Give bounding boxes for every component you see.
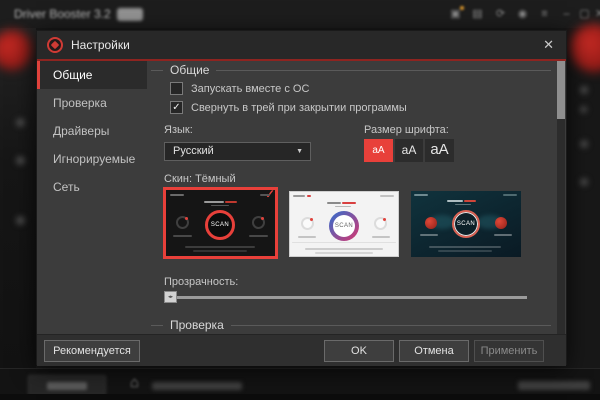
dialog-title: Настройки (71, 38, 130, 52)
mini-gauge (374, 217, 387, 230)
dialog-scrollbar-thumb[interactable] (557, 61, 565, 119)
minimize-to-tray-label: Свернуть в трей при закрытии программы (191, 101, 407, 114)
skin-thumbnail-dark[interactable]: ✓ SCAN (163, 187, 278, 259)
font-size-medium-button[interactable]: aA (395, 139, 423, 162)
font-size-label: Размер шрифта: (364, 124, 449, 136)
mini-scan-button: SCAN (205, 210, 235, 240)
transparency-label: Прозрачность: (164, 276, 239, 288)
skin-thumbnail-light[interactable]: SCAN (289, 191, 399, 257)
recommended-button[interactable]: Рекомендуется (44, 340, 140, 362)
mini-gauge (176, 216, 189, 229)
section-header-scan: Проверка (151, 318, 551, 332)
mini-gauge (252, 216, 265, 229)
background-scan-button-right (570, 24, 600, 72)
sidebar-item-ignored[interactable]: Игнорируемые (37, 145, 147, 173)
background-bottom-strip (0, 394, 600, 400)
background-status-text (518, 381, 590, 390)
background-left-panel (0, 28, 36, 368)
dialog-titlebar[interactable]: Настройки ✕ (37, 31, 566, 59)
sidebar-item-network[interactable]: Сеть (37, 173, 147, 201)
sidebar-item-scan[interactable]: Проверка (37, 89, 147, 117)
font-size-large-button[interactable]: aA (425, 139, 454, 162)
transparency-slider-handle[interactable]: ◂▸ (164, 291, 177, 303)
mini-gauge (495, 217, 507, 229)
screen: Driver Booster 3.2 ▣ ▤ ⟳ ◉ ≡ – ▢ ✕ ⌂ Нас… (0, 0, 600, 400)
version-badge (117, 8, 143, 21)
user-icon[interactable]: ◉ (516, 8, 529, 21)
cancel-button[interactable]: Отмена (399, 340, 469, 362)
settings-content: Общие Запускать вместе с ОС ✓ Свернуть в… (147, 61, 559, 334)
chevron-down-icon: ▼ (296, 148, 303, 155)
dialog-close-icon[interactable]: ✕ (543, 37, 554, 53)
section-header-general: Общие (151, 63, 551, 77)
background-list-icon (16, 216, 25, 225)
apply-button[interactable]: Применить (474, 340, 544, 362)
hamburger-menu-icon[interactable]: ≡ (538, 8, 551, 21)
background-list-icon (580, 106, 587, 113)
sidebar-item-general[interactable]: Общие (37, 61, 147, 89)
window-close-icon[interactable]: ✕ (593, 8, 600, 21)
mini-gauge (301, 217, 314, 230)
language-dropdown[interactable]: Русский ▼ (164, 142, 311, 161)
check-icon: ✓ (172, 102, 181, 113)
dialog-footer: Рекомендуется OK Отмена Применить (37, 334, 566, 366)
language-label: Язык: (164, 124, 193, 136)
transparency-slider-track[interactable] (164, 296, 527, 299)
ok-button[interactable]: OK (324, 340, 394, 362)
settings-dialog: Настройки ✕ Общие Проверка Драйверы Игно… (36, 30, 567, 366)
background-list-icon (16, 156, 25, 165)
background-link-text (152, 382, 242, 390)
background-app-title: Driver Booster 3.2 (14, 7, 111, 21)
autostart-label: Запускать вместе с ОС (191, 82, 310, 95)
font-size-small-button[interactable]: aA (364, 139, 393, 162)
checkbox-row-minimize-to-tray: ✓ Свернуть в трей при закрытии программы (170, 101, 407, 114)
background-list-icon (580, 140, 588, 148)
minimize-to-tray-checkbox[interactable]: ✓ (170, 101, 183, 114)
mini-scan-button: SCAN (452, 210, 480, 238)
driver-booster-icon (47, 37, 63, 53)
minimize-icon[interactable]: – (560, 8, 573, 21)
refresh-icon[interactable]: ⟳ (494, 8, 507, 21)
trophy-icon[interactable]: ▤ (471, 8, 484, 21)
background-list-icon (16, 118, 25, 127)
autostart-checkbox[interactable] (170, 82, 183, 95)
gift-icon[interactable]: ▣ (449, 6, 464, 21)
background-menu-button[interactable] (28, 375, 106, 396)
settings-sidebar: Общие Проверка Драйверы Игнорируемые Сет… (37, 61, 147, 334)
mini-gauge (425, 217, 437, 229)
background-titlebar: Driver Booster 3.2 ▣ ▤ ⟳ ◉ ≡ – ▢ ✕ (0, 0, 600, 28)
sidebar-item-drivers[interactable]: Драйверы (37, 117, 147, 145)
checkbox-row-autostart: Запускать вместе с ОС (170, 82, 309, 95)
skin-label: Скин: Тёмный (164, 173, 236, 185)
dialog-scrollbar[interactable] (557, 61, 565, 334)
maximize-icon[interactable]: ▢ (578, 8, 591, 21)
skin-thumbnail-teal[interactable]: SCAN (411, 191, 521, 257)
home-icon: ⌂ (130, 374, 140, 391)
background-list-icon (580, 178, 588, 186)
background-list-icon (580, 86, 588, 94)
language-value: Русский (173, 145, 214, 157)
mini-scan-button: SCAN (329, 211, 359, 241)
